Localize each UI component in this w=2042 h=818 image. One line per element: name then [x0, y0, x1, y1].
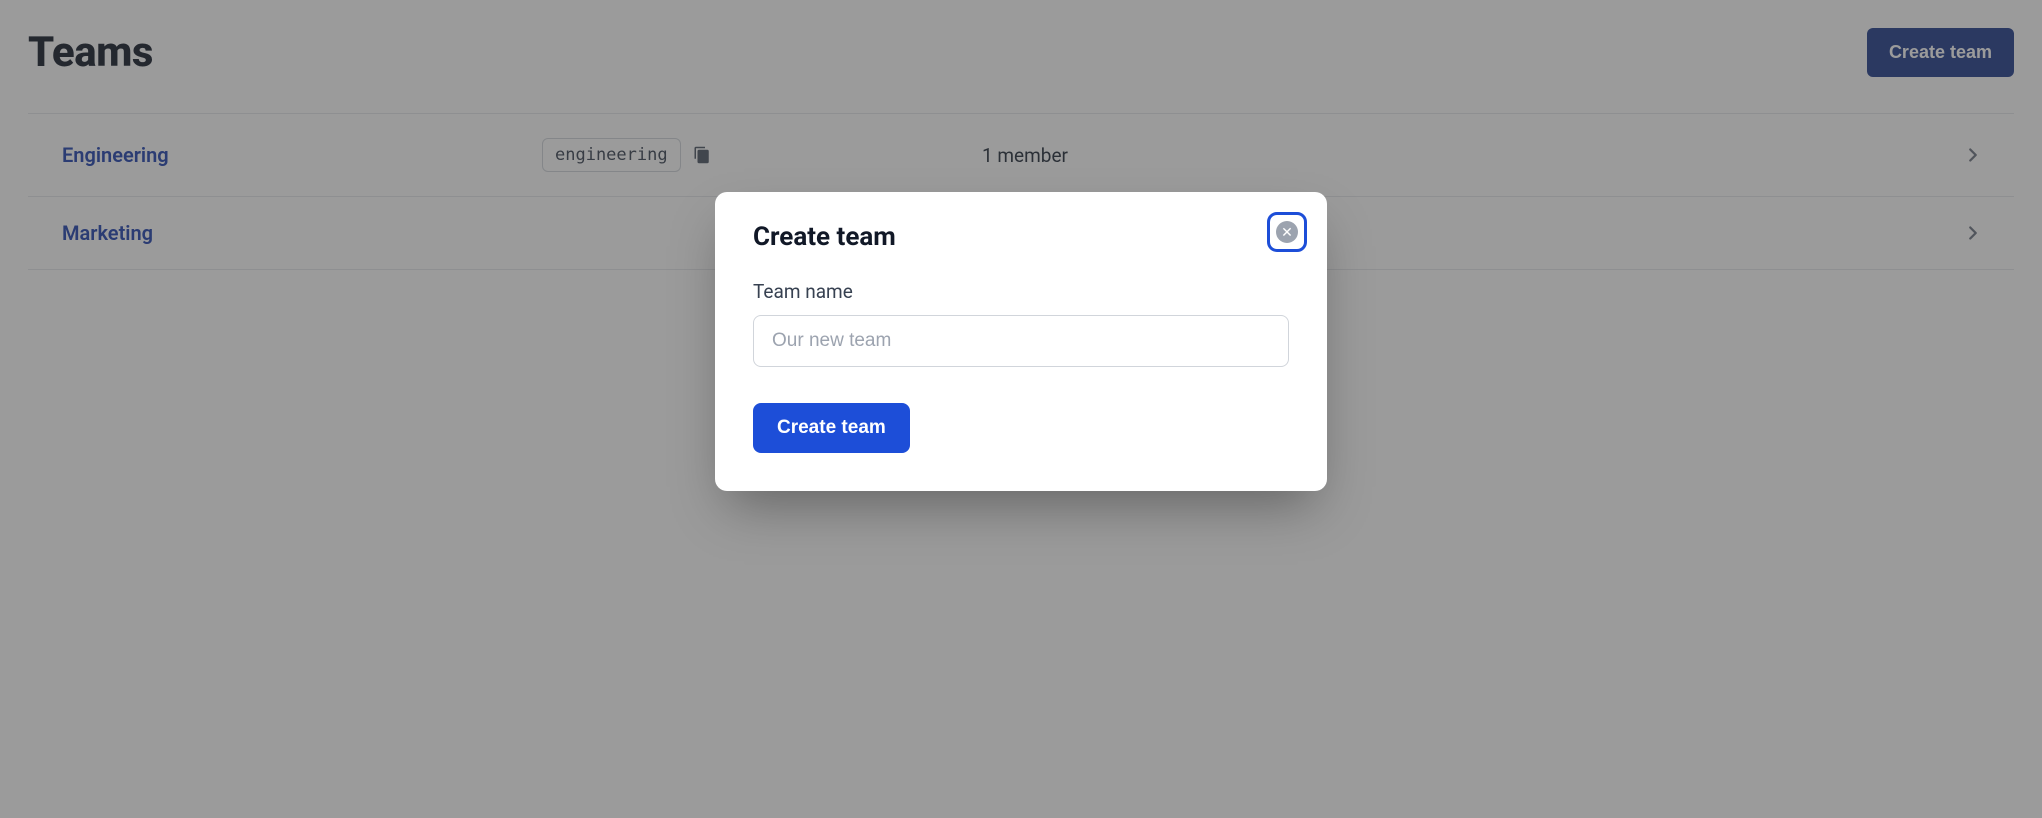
team-name-input[interactable] — [753, 315, 1289, 367]
submit-create-team-button[interactable]: Create team — [753, 403, 910, 453]
modal-overlay[interactable]: ✕ Create team Team name Create team — [0, 0, 2042, 818]
close-button[interactable]: ✕ — [1267, 212, 1307, 252]
modal-title: Create team — [753, 222, 1289, 252]
close-icon: ✕ — [1276, 221, 1298, 243]
team-name-label: Team name — [753, 280, 1289, 303]
create-team-modal: ✕ Create team Team name Create team — [715, 192, 1327, 491]
